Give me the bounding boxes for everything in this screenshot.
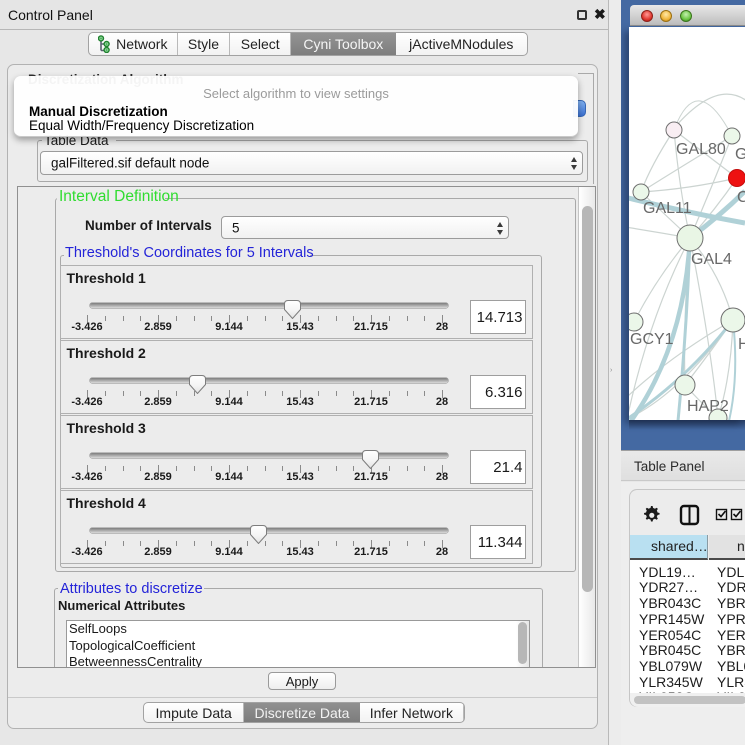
svg-text:C: C: [737, 189, 745, 206]
svg-text:H: H: [738, 336, 745, 353]
svg-text:GAL11: GAL11: [643, 200, 692, 217]
svg-text:GCY1: GCY1: [630, 331, 674, 348]
svg-text:GA: GA: [735, 146, 745, 163]
svg-text:GAL80: GAL80: [676, 141, 726, 158]
svg-text:HAP2: HAP2: [687, 398, 729, 415]
svg-text:GAL4: GAL4: [691, 251, 732, 268]
